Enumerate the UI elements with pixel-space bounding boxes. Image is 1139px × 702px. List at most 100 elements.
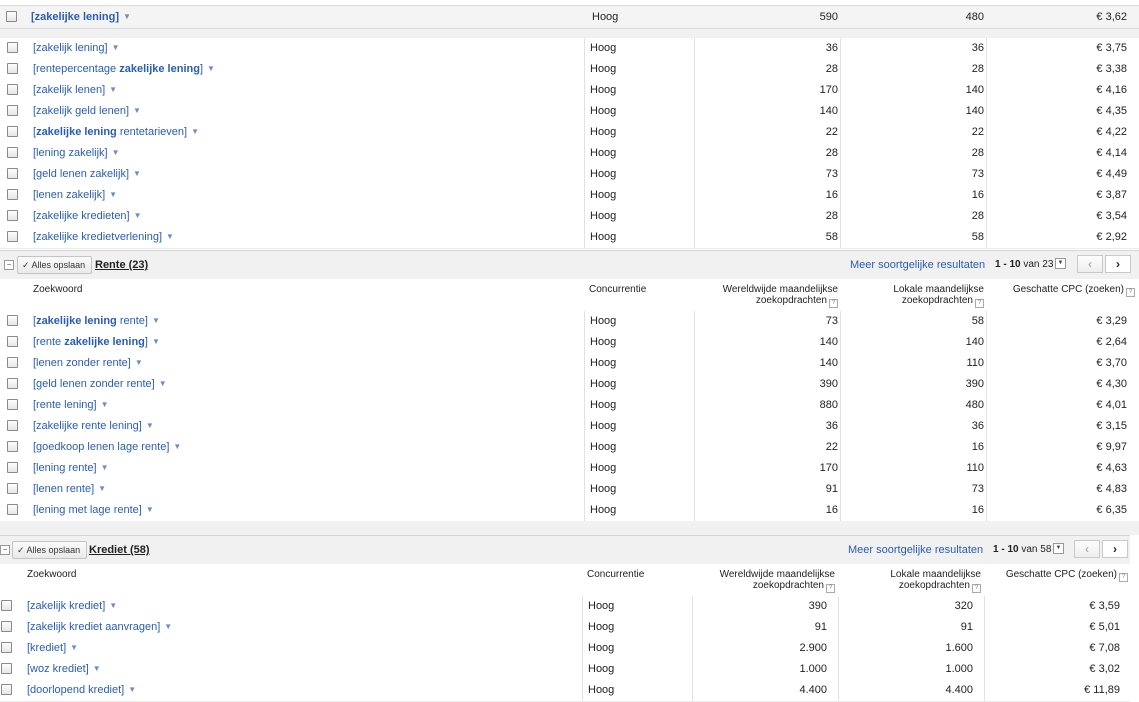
chevron-down-icon[interactable]: ▼ bbox=[101, 463, 109, 472]
row-checkbox[interactable] bbox=[7, 420, 18, 431]
keyword-link[interactable]: [zakelijke kredietverlening] ▼ bbox=[33, 231, 174, 243]
chevron-down-icon[interactable]: ▼ bbox=[109, 190, 117, 199]
col-keyword[interactable]: Zoekwoord bbox=[27, 569, 76, 580]
col-local[interactable]: Lokale maandelijkse zoekopdrachten? bbox=[890, 569, 981, 593]
chevron-down-icon[interactable]: ▼ bbox=[135, 358, 143, 367]
next-page-button[interactable]: › bbox=[1102, 540, 1128, 558]
col-competition[interactable]: Concurrentie bbox=[589, 284, 646, 295]
keyword-link[interactable]: [zakelijk krediet aanvragen] ▼ bbox=[27, 621, 172, 633]
row-checkbox[interactable] bbox=[7, 399, 18, 410]
chevron-down-icon[interactable]: ▼ bbox=[152, 316, 160, 325]
row-checkbox[interactable] bbox=[7, 42, 18, 53]
page-size-dropdown-icon[interactable]: ▼ bbox=[1055, 258, 1066, 269]
keyword-link[interactable]: [lenen zakelijk] ▼ bbox=[33, 189, 117, 201]
col-cpc[interactable]: Geschatte CPC (zoeken)? bbox=[1013, 284, 1135, 297]
keyword-link[interactable]: [woz krediet] ▼ bbox=[27, 663, 101, 675]
keyword-link[interactable]: [zakelijk lenen] ▼ bbox=[33, 84, 117, 96]
keyword-link[interactable]: [rente zakelijke lening] ▼ bbox=[33, 336, 160, 348]
help-icon[interactable]: ? bbox=[826, 584, 835, 593]
row-checkbox[interactable] bbox=[7, 189, 18, 200]
more-results-link[interactable]: Meer soortgelijke resultaten bbox=[848, 544, 983, 556]
col-global[interactable]: Wereldwijde maandelijkse zoekopdrachten? bbox=[723, 284, 838, 308]
save-all-button[interactable]: ✓ Alles opslaan bbox=[12, 541, 88, 559]
keyword-link[interactable]: [rentepercentage zakelijke lening] ▼ bbox=[33, 63, 215, 75]
row-checkbox[interactable] bbox=[7, 504, 18, 515]
help-icon[interactable]: ? bbox=[975, 299, 984, 308]
row-checkbox[interactable] bbox=[1, 600, 12, 611]
row-checkbox[interactable] bbox=[1, 642, 12, 653]
keyword-link[interactable]: [zakelijk lening] ▼ bbox=[33, 42, 120, 54]
chevron-down-icon[interactable]: ▼ bbox=[101, 400, 109, 409]
row-checkbox[interactable] bbox=[7, 315, 18, 326]
row-checkbox[interactable] bbox=[1, 663, 12, 674]
keyword-link[interactable]: [zakelijk krediet] ▼ bbox=[27, 600, 117, 612]
chevron-down-icon[interactable]: ▼ bbox=[133, 169, 141, 178]
row-checkbox[interactable] bbox=[7, 63, 18, 74]
chevron-down-icon[interactable]: ▼ bbox=[166, 232, 174, 241]
keyword-link[interactable]: [lenen zonder rente] ▼ bbox=[33, 357, 143, 369]
row-checkbox[interactable] bbox=[7, 231, 18, 242]
col-competition[interactable]: Concurrentie bbox=[587, 569, 644, 580]
keyword-link[interactable]: [lenen rente] ▼ bbox=[33, 483, 106, 495]
row-checkbox[interactable] bbox=[7, 84, 18, 95]
keyword-link[interactable]: [lening met lage rente] ▼ bbox=[33, 504, 154, 516]
chevron-down-icon[interactable]: ▼ bbox=[191, 127, 199, 136]
chevron-down-icon[interactable]: ▼ bbox=[98, 484, 106, 493]
chevron-down-icon[interactable]: ▼ bbox=[173, 442, 181, 451]
chevron-down-icon[interactable]: ▼ bbox=[164, 622, 172, 631]
chevron-down-icon[interactable]: ▼ bbox=[109, 601, 117, 610]
keyword-link[interactable]: [lening zakelijk] ▼ bbox=[33, 147, 120, 159]
chevron-down-icon[interactable]: ▼ bbox=[146, 421, 154, 430]
next-page-button[interactable]: › bbox=[1105, 255, 1131, 273]
keyword-link[interactable]: [zakelijke lening] ▼ bbox=[31, 11, 131, 23]
keyword-link[interactable]: [zakelijk geld lenen] ▼ bbox=[33, 105, 141, 117]
help-icon[interactable]: ? bbox=[1119, 573, 1128, 582]
row-checkbox[interactable] bbox=[7, 441, 18, 452]
chevron-down-icon[interactable]: ▼ bbox=[109, 85, 117, 94]
row-checkbox[interactable] bbox=[7, 462, 18, 473]
chevron-down-icon[interactable]: ▼ bbox=[112, 148, 120, 157]
chevron-down-icon[interactable]: ▼ bbox=[146, 505, 154, 514]
chevron-down-icon[interactable]: ▼ bbox=[133, 106, 141, 115]
chevron-down-icon[interactable]: ▼ bbox=[207, 64, 215, 73]
row-checkbox[interactable] bbox=[7, 168, 18, 179]
keyword-link[interactable]: [zakelijke kredieten] ▼ bbox=[33, 210, 142, 222]
keyword-link[interactable]: [zakelijke rente lening] ▼ bbox=[33, 420, 154, 432]
help-icon[interactable]: ? bbox=[829, 299, 838, 308]
help-icon[interactable]: ? bbox=[1126, 288, 1135, 297]
keyword-link[interactable]: [zakelijke lening rentetarieven] ▼ bbox=[33, 126, 199, 138]
keyword-link[interactable]: [krediet] ▼ bbox=[27, 642, 78, 654]
collapse-icon[interactable]: − bbox=[4, 260, 14, 270]
row-checkbox[interactable] bbox=[7, 210, 18, 221]
row-checkbox[interactable] bbox=[7, 147, 18, 158]
row-checkbox[interactable] bbox=[7, 105, 18, 116]
row-checkbox[interactable] bbox=[7, 336, 18, 347]
chevron-down-icon[interactable]: ▼ bbox=[123, 12, 131, 21]
row-checkbox[interactable] bbox=[7, 357, 18, 368]
row-checkbox[interactable] bbox=[1, 684, 12, 695]
chevron-down-icon[interactable]: ▼ bbox=[93, 664, 101, 673]
row-checkbox[interactable] bbox=[7, 126, 18, 137]
chevron-down-icon[interactable]: ▼ bbox=[128, 685, 136, 694]
col-local[interactable]: Lokale maandelijkse zoekopdrachten? bbox=[893, 284, 984, 308]
row-checkbox[interactable] bbox=[7, 378, 18, 389]
prev-page-button[interactable]: ‹ bbox=[1077, 255, 1103, 273]
row-checkbox[interactable] bbox=[1, 621, 12, 632]
help-icon[interactable]: ? bbox=[972, 584, 981, 593]
keyword-link[interactable]: [zakelijke lening rente] ▼ bbox=[33, 315, 160, 327]
collapse-icon[interactable]: − bbox=[0, 545, 10, 555]
chevron-down-icon[interactable]: ▼ bbox=[134, 211, 142, 220]
group-title[interactable]: Krediet (58) bbox=[89, 544, 150, 556]
row-checkbox[interactable] bbox=[7, 483, 18, 494]
row-checkbox[interactable] bbox=[6, 11, 17, 22]
keyword-link[interactable]: [lening rente] ▼ bbox=[33, 462, 109, 474]
chevron-down-icon[interactable]: ▼ bbox=[152, 337, 160, 346]
col-cpc[interactable]: Geschatte CPC (zoeken)? bbox=[1006, 569, 1128, 582]
page-size-dropdown-icon[interactable]: ▼ bbox=[1053, 543, 1064, 554]
keyword-link[interactable]: [geld lenen zakelijk] ▼ bbox=[33, 168, 141, 180]
save-all-button[interactable]: ✓ Alles opslaan bbox=[17, 256, 93, 274]
chevron-down-icon[interactable]: ▼ bbox=[159, 379, 167, 388]
keyword-link[interactable]: [rente lening] ▼ bbox=[33, 399, 109, 411]
chevron-down-icon[interactable]: ▼ bbox=[70, 643, 78, 652]
col-keyword[interactable]: Zoekwoord bbox=[33, 284, 82, 295]
